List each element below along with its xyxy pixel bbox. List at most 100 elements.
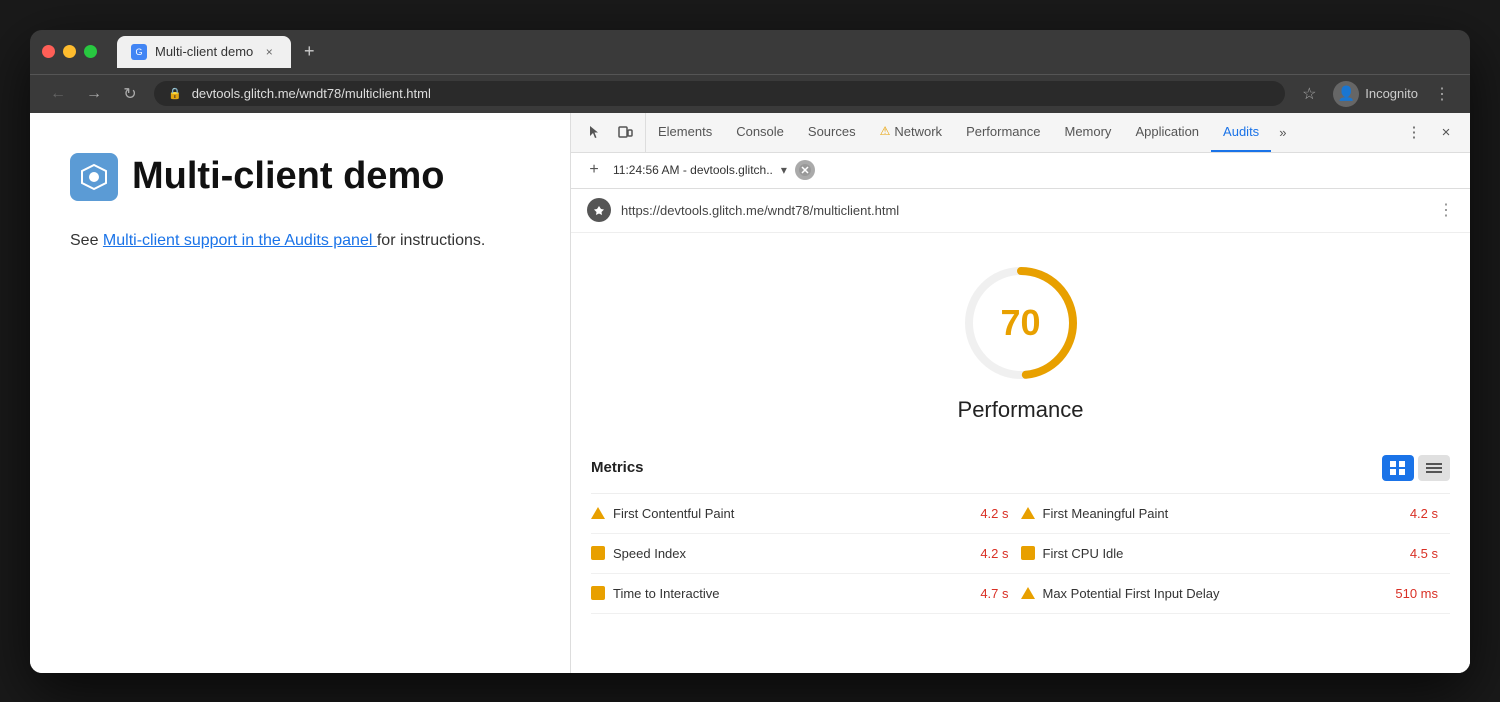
fci-label: First CPU Idle (1043, 546, 1402, 561)
metric-row-fci: First CPU Idle 4.5 s (1021, 534, 1451, 574)
metrics-view-toggle (1382, 455, 1450, 481)
tab-favicon: G (131, 44, 147, 60)
devtools-right-icons: ⋮ × (1394, 118, 1466, 146)
tti-value: 4.7 s (980, 586, 1008, 601)
metric-row-si: Speed Index 4.2 s (591, 534, 1021, 574)
score-area: 70 Performance (571, 233, 1470, 443)
tab-more-button[interactable]: » (1271, 113, 1294, 152)
tti-warning-icon (591, 586, 605, 600)
incognito-icon[interactable]: 👤 (1333, 81, 1359, 107)
logo-svg (78, 161, 110, 193)
devtools-more-icon[interactable]: ⋮ (1400, 118, 1428, 146)
list-view-icon (1426, 461, 1442, 475)
element-picker-icon[interactable] (581, 118, 609, 146)
tti-label: Time to Interactive (613, 586, 972, 601)
devtools-toolbar: Elements Console Sources ⚠ Network Perfo… (571, 113, 1470, 153)
traffic-light-yellow[interactable] (63, 45, 76, 58)
metrics-title: Metrics (591, 459, 644, 476)
browser-window: G Multi-client demo × + ← → ↻ 🔒 devtools… (30, 30, 1470, 673)
address-bar: ← → ↻ 🔒 devtools.glitch.me/wndt78/multic… (30, 74, 1470, 113)
bookmark-icon[interactable]: ☆ (1297, 82, 1321, 106)
device-toggle-icon[interactable] (611, 118, 639, 146)
audit-timestamp: 11:24:56 AM - devtools.glitch.. (613, 163, 773, 177)
devtools-panel: Elements Console Sources ⚠ Network Perfo… (570, 113, 1470, 673)
mpfid-label: Max Potential First Input Delay (1043, 586, 1388, 601)
tab-network[interactable]: ⚠ Network (868, 113, 954, 152)
fcp-value: 4.2 s (980, 506, 1008, 521)
tab-audits[interactable]: Audits (1211, 113, 1271, 152)
nav-refresh-button[interactable]: ↻ (118, 82, 142, 106)
fci-value: 4.5 s (1410, 546, 1438, 561)
audit-url-more-icon[interactable]: ⋮ (1438, 200, 1454, 220)
main-content: Multi-client demo See Multi-client suppo… (30, 113, 1470, 673)
network-warning-icon: ⚠ (880, 124, 891, 138)
metric-row-tti: Time to Interactive 4.7 s (591, 574, 1021, 614)
new-tab-button[interactable]: + (295, 38, 323, 66)
toggle-list-button[interactable] (1418, 455, 1450, 481)
audit-url-bar: https://devtools.glitch.me/wndt78/multic… (571, 189, 1470, 233)
timestamp-dropdown-icon[interactable]: ▾ (781, 163, 787, 177)
devtools-tool-icons (575, 113, 646, 152)
devtools-content: https://devtools.glitch.me/wndt78/multic… (571, 189, 1470, 673)
fmp-warning-icon (1021, 507, 1035, 519)
metrics-header: Metrics (591, 443, 1450, 494)
metric-row-fcp: First Contentful Paint 4.2 s (591, 494, 1021, 534)
title-bar: G Multi-client demo × + (30, 30, 1470, 74)
audits-panel-link[interactable]: Multi-client support in the Audits panel (103, 232, 377, 249)
metrics-grid: First Contentful Paint 4.2 s Speed Index… (591, 494, 1450, 614)
si-warning-icon (591, 546, 605, 560)
audit-url-text: https://devtools.glitch.me/wndt78/multic… (621, 203, 1428, 218)
tab-elements[interactable]: Elements (646, 113, 724, 152)
device-icon-svg (617, 124, 633, 140)
clear-audit-button[interactable] (795, 160, 815, 180)
devtools-close-icon[interactable]: × (1432, 118, 1460, 146)
tab-title: Multi-client demo (155, 44, 253, 59)
si-label: Speed Index (613, 546, 972, 561)
incognito-label: Incognito (1365, 86, 1418, 101)
page-logo (70, 153, 118, 201)
devtools-tabs: Elements Console Sources ⚠ Network Perfo… (646, 113, 1394, 152)
tab-application[interactable]: Application (1123, 113, 1211, 152)
add-audit-button[interactable]: + (583, 159, 605, 181)
page-content: Multi-client demo See Multi-client suppo… (30, 113, 570, 673)
grid-view-icon (1390, 461, 1406, 475)
traffic-light-green[interactable] (84, 45, 97, 58)
lock-icon: 🔒 (168, 87, 182, 100)
tab-console[interactable]: Console (724, 113, 796, 152)
page-title: Multi-client demo (132, 156, 444, 198)
browser-tab-active[interactable]: G Multi-client demo × (117, 36, 291, 68)
metrics-section: Metrics (571, 443, 1470, 614)
traffic-lights (42, 45, 97, 58)
clear-icon-svg (798, 163, 812, 177)
page-description: See Multi-client support in the Audits p… (70, 229, 530, 253)
nav-back-button[interactable]: ← (46, 82, 70, 106)
address-url: devtools.glitch.me/wndt78/multiclient.ht… (192, 86, 431, 101)
browser-right-icons: ☆ 👤 Incognito ⋮ (1297, 81, 1454, 107)
traffic-light-red[interactable] (42, 45, 55, 58)
mpfid-warning-icon (1021, 587, 1035, 599)
score-value: 70 (1000, 302, 1040, 344)
toggle-grid-button[interactable] (1382, 455, 1414, 481)
devtools-secondary-bar: + 11:24:56 AM - devtools.glitch.. ▾ (571, 153, 1470, 189)
si-value: 4.2 s (980, 546, 1008, 561)
tab-performance[interactable]: Performance (954, 113, 1052, 152)
metrics-left-column: First Contentful Paint 4.2 s Speed Index… (591, 494, 1021, 614)
tab-bar: G Multi-client demo × + (117, 36, 1458, 68)
address-input[interactable]: 🔒 devtools.glitch.me/wndt78/multiclient.… (154, 81, 1285, 106)
tab-close-button[interactable]: × (261, 44, 277, 60)
fmp-value: 4.2 s (1410, 506, 1438, 521)
fcp-warning-icon (591, 507, 605, 519)
tab-sources[interactable]: Sources (796, 113, 868, 152)
metrics-right-column: First Meaningful Paint 4.2 s First CPU I… (1021, 494, 1451, 614)
nav-forward-button[interactable]: → (82, 82, 106, 106)
mpfid-value: 510 ms (1395, 586, 1438, 601)
description-after: for instructions. (377, 232, 485, 249)
score-ring: 70 (961, 263, 1081, 383)
browser-more-icon[interactable]: ⋮ (1430, 82, 1454, 106)
metric-row-fmp: First Meaningful Paint 4.2 s (1021, 494, 1451, 534)
page-logo-row: Multi-client demo (70, 153, 530, 201)
fcp-label: First Contentful Paint (613, 506, 972, 521)
audit-favicon (587, 198, 611, 222)
cursor-icon-svg (587, 124, 603, 140)
tab-memory[interactable]: Memory (1052, 113, 1123, 152)
